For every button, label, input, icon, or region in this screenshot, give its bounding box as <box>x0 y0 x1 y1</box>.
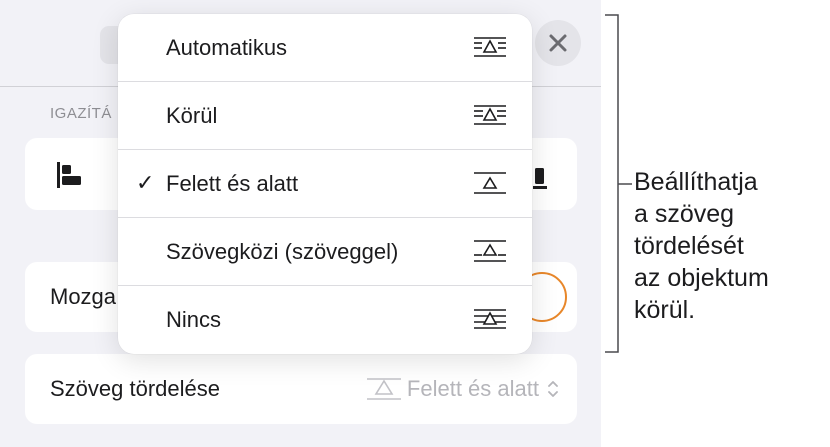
menu-item-label: Nincs <box>166 307 222 332</box>
callout-text: Beállíthatja a szöveg tördelését az obje… <box>634 166 824 326</box>
wrap-inline-icon <box>474 240 506 262</box>
close-icon <box>549 34 567 52</box>
wrap-automatic-icon <box>474 37 506 57</box>
callout-bracket <box>605 14 632 353</box>
menu-item-automatic[interactable]: Automatikus <box>118 14 532 81</box>
align-left-icon[interactable] <box>55 160 87 190</box>
callout-line: körül. <box>634 296 696 324</box>
menu-item-inline[interactable]: Szövegközi (szöveggel) <box>118 218 532 285</box>
menu-item-around[interactable]: Körül <box>118 82 532 149</box>
text-wrap-value-label: Felett és alatt <box>406 376 539 401</box>
callout-line: az objektum <box>634 264 769 292</box>
wrap-none-icon <box>474 309 506 329</box>
move-with-text-label: Mozga <box>50 284 117 309</box>
menu-item-label: Körül <box>166 103 218 128</box>
menu-item-label: Felett és alatt <box>166 171 299 196</box>
align-bottom-icon[interactable] <box>533 168 547 190</box>
callout-line: tördelését <box>634 232 744 260</box>
wrap-above-below-icon <box>474 172 506 194</box>
menu-item-none[interactable]: Nincs <box>118 286 532 353</box>
callout-line: a szöveg <box>634 200 735 228</box>
chevron-up-down-icon <box>548 381 558 397</box>
callout-line: Beállíthatja <box>634 168 758 196</box>
section-header-alignment: IGAZÍTÁ <box>50 105 112 122</box>
checkmark-icon: ✓ <box>136 170 155 195</box>
text-wrap-value[interactable]: Felett és alatt <box>365 374 559 404</box>
text-wrap-row[interactable]: Szöveg tördelése Felett és alatt <box>25 354 577 424</box>
menu-item-label: Automatikus <box>166 35 288 60</box>
wrap-options-menu: Automatikus Körül ✓ Felett és alatt Szöv… <box>118 14 532 354</box>
menu-item-above-below[interactable]: ✓ Felett és alatt <box>118 150 532 217</box>
close-button[interactable] <box>535 20 581 66</box>
wrap-around-icon <box>474 105 506 125</box>
menu-item-label: Szövegközi (szöveggel) <box>166 239 399 264</box>
text-wrap-label: Szöveg tördelése <box>50 376 220 401</box>
wrap-above-below-icon <box>366 378 401 400</box>
